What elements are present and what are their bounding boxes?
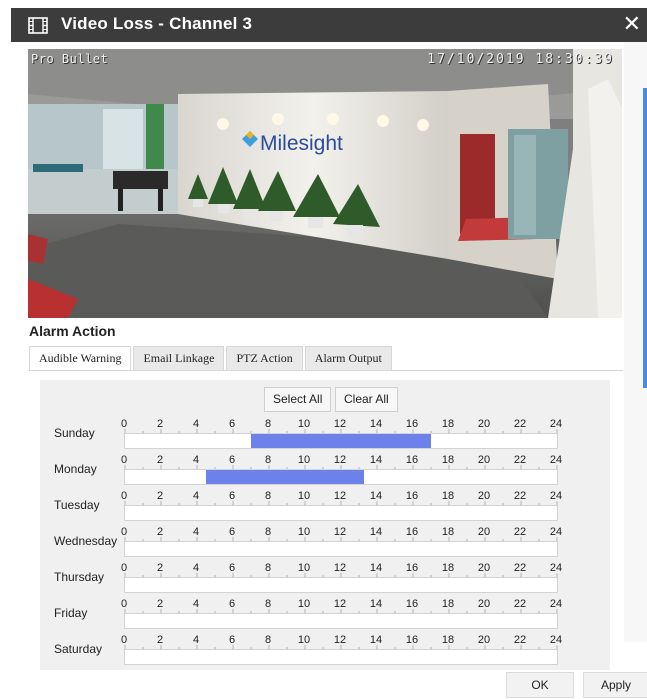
clear-all-button[interactable]: Clear All: [335, 387, 398, 412]
video-preview: Milesight Pro Bullet 17/10/2019 18:30:39: [28, 49, 622, 318]
schedule-bar-friday[interactable]: [124, 613, 558, 629]
schedule-bar-tuesday[interactable]: [124, 505, 558, 521]
day-label-monday: Monday: [54, 462, 97, 476]
svg-text:Milesight: Milesight: [260, 132, 343, 155]
timestamp-overlay: 17/10/2019 18:30:39: [427, 52, 614, 67]
schedule-bar-thursday[interactable]: [124, 577, 558, 593]
schedule-bar-monday[interactable]: [124, 469, 558, 485]
close-icon[interactable]: ✕: [623, 10, 641, 38]
alarm-action-heading: Alarm Action: [29, 323, 116, 339]
day-label-thursday: Thursday: [54, 570, 105, 584]
schedule-bar-sunday[interactable]: [124, 433, 558, 449]
day-label-saturday: Saturday: [54, 642, 103, 656]
window-title: Video Loss - Channel 3: [61, 14, 253, 33]
tab-email-linkage[interactable]: Email Linkage: [133, 346, 225, 370]
day-label-tuesday: Tuesday: [54, 498, 100, 512]
tab-ptz-action[interactable]: PTZ Action: [226, 346, 303, 370]
title-bar: Video Loss - Channel 3 ✕: [0, 0, 647, 42]
alarm-action-tabs: Audible Warning Email Linkage PTZ Action…: [29, 346, 394, 370]
video-frame: Milesight: [28, 49, 622, 318]
schedule-bar-wednesday[interactable]: [124, 541, 558, 557]
title-bar-background: Video Loss - Channel 3 ✕: [11, 8, 647, 42]
camera-name-overlay: Pro Bullet: [31, 52, 109, 66]
day-label-wednesday: Wednesday: [54, 534, 118, 548]
day-label-sunday: Sunday: [54, 426, 95, 440]
apply-button[interactable]: Apply: [583, 672, 647, 698]
ok-button[interactable]: OK: [506, 672, 574, 698]
film-icon: [28, 17, 48, 34]
scheduled-time-range[interactable]: [206, 470, 365, 484]
schedule-bar-saturday[interactable]: [124, 649, 558, 665]
tab-alarm-output[interactable]: Alarm Output: [304, 346, 392, 370]
scheduled-time-range[interactable]: [251, 434, 431, 448]
select-all-button[interactable]: Select All: [264, 387, 332, 412]
tab-audible-warning[interactable]: Audible Warning: [29, 346, 132, 370]
scrollbar-thumb[interactable]: [643, 88, 647, 388]
day-label-friday: Friday: [54, 606, 88, 620]
